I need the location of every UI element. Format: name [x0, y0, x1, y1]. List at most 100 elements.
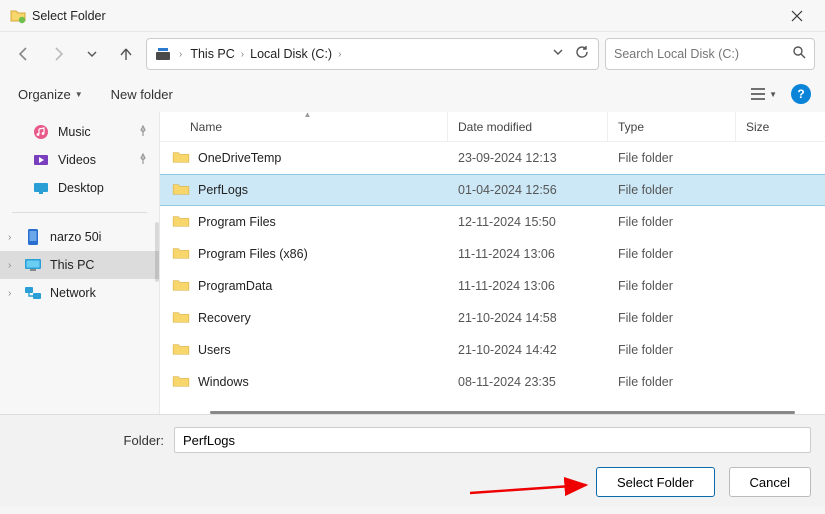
desktop-icon [32, 179, 50, 197]
drive-icon [155, 44, 175, 64]
organize-menu[interactable]: Organize ▼ [18, 87, 83, 102]
app-icon [10, 8, 26, 24]
new-folder-label: New folder [111, 87, 173, 102]
titlebar: Select Folder [0, 0, 825, 32]
file-type: File folder [608, 343, 736, 357]
file-date: 23-09-2024 12:13 [448, 151, 608, 165]
search-icon [792, 45, 806, 64]
videos-icon [32, 151, 50, 169]
folder-icon [172, 310, 190, 327]
cancel-button[interactable]: Cancel [729, 467, 811, 497]
sidebar-scrollbar[interactable] [155, 222, 159, 282]
file-date: 21-10-2024 14:42 [448, 343, 608, 357]
sidebar-item-this-pc[interactable]: ›This PC [0, 251, 159, 279]
file-type: File folder [608, 183, 736, 197]
view-mode-button[interactable]: ▼ [750, 87, 777, 101]
file-row[interactable]: Users 21-10-2024 14:42File folder [160, 334, 825, 366]
column-size[interactable]: Size [736, 112, 796, 141]
file-type: File folder [608, 279, 736, 293]
column-date[interactable]: Date modified [448, 112, 608, 141]
caret-down-icon: ▼ [75, 90, 83, 99]
folder-icon [172, 246, 190, 263]
file-type: File folder [608, 151, 736, 165]
pc-icon [24, 256, 42, 274]
file-date: 21-10-2024 14:58 [448, 311, 608, 325]
pin-icon [137, 125, 151, 140]
sidebar-item-narzo-50i[interactable]: ›narzo 50i [0, 223, 159, 251]
folder-icon [172, 214, 190, 231]
folder-icon [172, 374, 190, 391]
breadcrumb: This PC › Local Disk (C:) › [186, 45, 548, 63]
select-folder-button[interactable]: Select Folder [596, 467, 715, 497]
file-date: 08-11-2024 23:35 [448, 375, 608, 389]
file-row[interactable]: Program Files (x86) 11-11-2024 13:06File … [160, 238, 825, 270]
sidebar-item-label: Music [58, 125, 91, 139]
phone-icon [24, 228, 42, 246]
close-button[interactable] [779, 3, 815, 29]
folder-icon [172, 182, 190, 199]
file-type: File folder [608, 375, 736, 389]
recent-locations-button[interactable] [78, 40, 106, 68]
sidebar-item-label: Network [50, 286, 96, 300]
sidebar-item-network[interactable]: ›Network [0, 279, 159, 307]
file-type: File folder [608, 247, 736, 261]
footer: Folder: Select Folder Cancel [0, 414, 825, 507]
file-name: OneDriveTemp [198, 151, 281, 165]
breadcrumb-item[interactable]: Local Disk (C:) [246, 45, 336, 63]
refresh-button[interactable] [574, 44, 590, 65]
file-row[interactable]: Recovery21-10-2024 14:58File folder [160, 302, 825, 334]
toolbar: Organize ▼ New folder ▼ ? [0, 76, 825, 112]
file-row[interactable]: ProgramData 11-11-2024 13:06File folder [160, 270, 825, 302]
sidebar: Music VideosDesktop ›narzo 50i›This PC›Ne… [0, 112, 160, 414]
file-date: 11-11-2024 13:06 [448, 279, 608, 293]
search-input[interactable] [614, 47, 792, 61]
file-name: Users [198, 343, 231, 357]
file-date: 12-11-2024 15:50 [448, 215, 608, 229]
address-bar[interactable]: › This PC › Local Disk (C:) › [146, 38, 599, 70]
file-name: ProgramData [198, 279, 272, 293]
search-box[interactable] [605, 38, 815, 70]
chevron-right-icon: › [338, 49, 341, 60]
folder-icon [172, 342, 190, 359]
organize-label: Organize [18, 87, 71, 102]
file-name: Program Files [198, 215, 276, 229]
file-row[interactable]: OneDriveTemp 23-09-2024 12:13File folder [160, 142, 825, 174]
chevron-right-icon: › [179, 49, 182, 60]
column-headers: Name ▲ Date modified Type Size [160, 112, 825, 142]
help-button[interactable]: ? [791, 84, 811, 104]
forward-button[interactable] [44, 40, 72, 68]
main-area: Music VideosDesktop ›narzo 50i›This PC›Ne… [0, 112, 825, 414]
column-name[interactable]: Name ▲ [160, 112, 448, 141]
file-date: 01-04-2024 12:56 [448, 183, 608, 197]
up-button[interactable] [112, 40, 140, 68]
file-name: PerfLogs [198, 183, 248, 197]
nav-row: › This PC › Local Disk (C:) › [0, 32, 825, 76]
file-date: 11-11-2024 13:06 [448, 247, 608, 261]
address-dropdown-button[interactable] [552, 45, 564, 63]
window-title: Select Folder [32, 9, 106, 23]
folder-name-input[interactable] [174, 427, 811, 453]
sort-indicator-icon: ▲ [304, 110, 312, 119]
file-type: File folder [608, 215, 736, 229]
pin-icon [137, 153, 151, 168]
breadcrumb-item[interactable]: This PC [186, 45, 238, 63]
network-icon [24, 284, 42, 302]
file-name: Recovery [198, 311, 251, 325]
sidebar-item-music[interactable]: Music [0, 118, 159, 146]
sidebar-item-desktop[interactable]: Desktop [0, 174, 159, 202]
new-folder-button[interactable]: New folder [111, 87, 173, 102]
file-name: Windows [198, 375, 249, 389]
file-row[interactable]: PerfLogs 01-04-2024 12:56File folder [160, 174, 825, 206]
file-name: Program Files (x86) [198, 247, 308, 261]
file-pane: Name ▲ Date modified Type Size OneDriveT… [160, 112, 825, 414]
horizontal-scrollbar[interactable] [210, 411, 795, 414]
back-button[interactable] [10, 40, 38, 68]
chevron-right-icon: › [241, 49, 244, 60]
caret-down-icon: ▼ [769, 90, 777, 99]
folder-icon [172, 150, 190, 167]
sidebar-item-videos[interactable]: Videos [0, 146, 159, 174]
column-type[interactable]: Type [608, 112, 736, 141]
folder-field-label: Folder: [14, 433, 164, 448]
file-row[interactable]: Program Files 12-11-2024 15:50File folder [160, 206, 825, 238]
file-row[interactable]: Windows 08-11-2024 23:35File folder [160, 366, 825, 398]
